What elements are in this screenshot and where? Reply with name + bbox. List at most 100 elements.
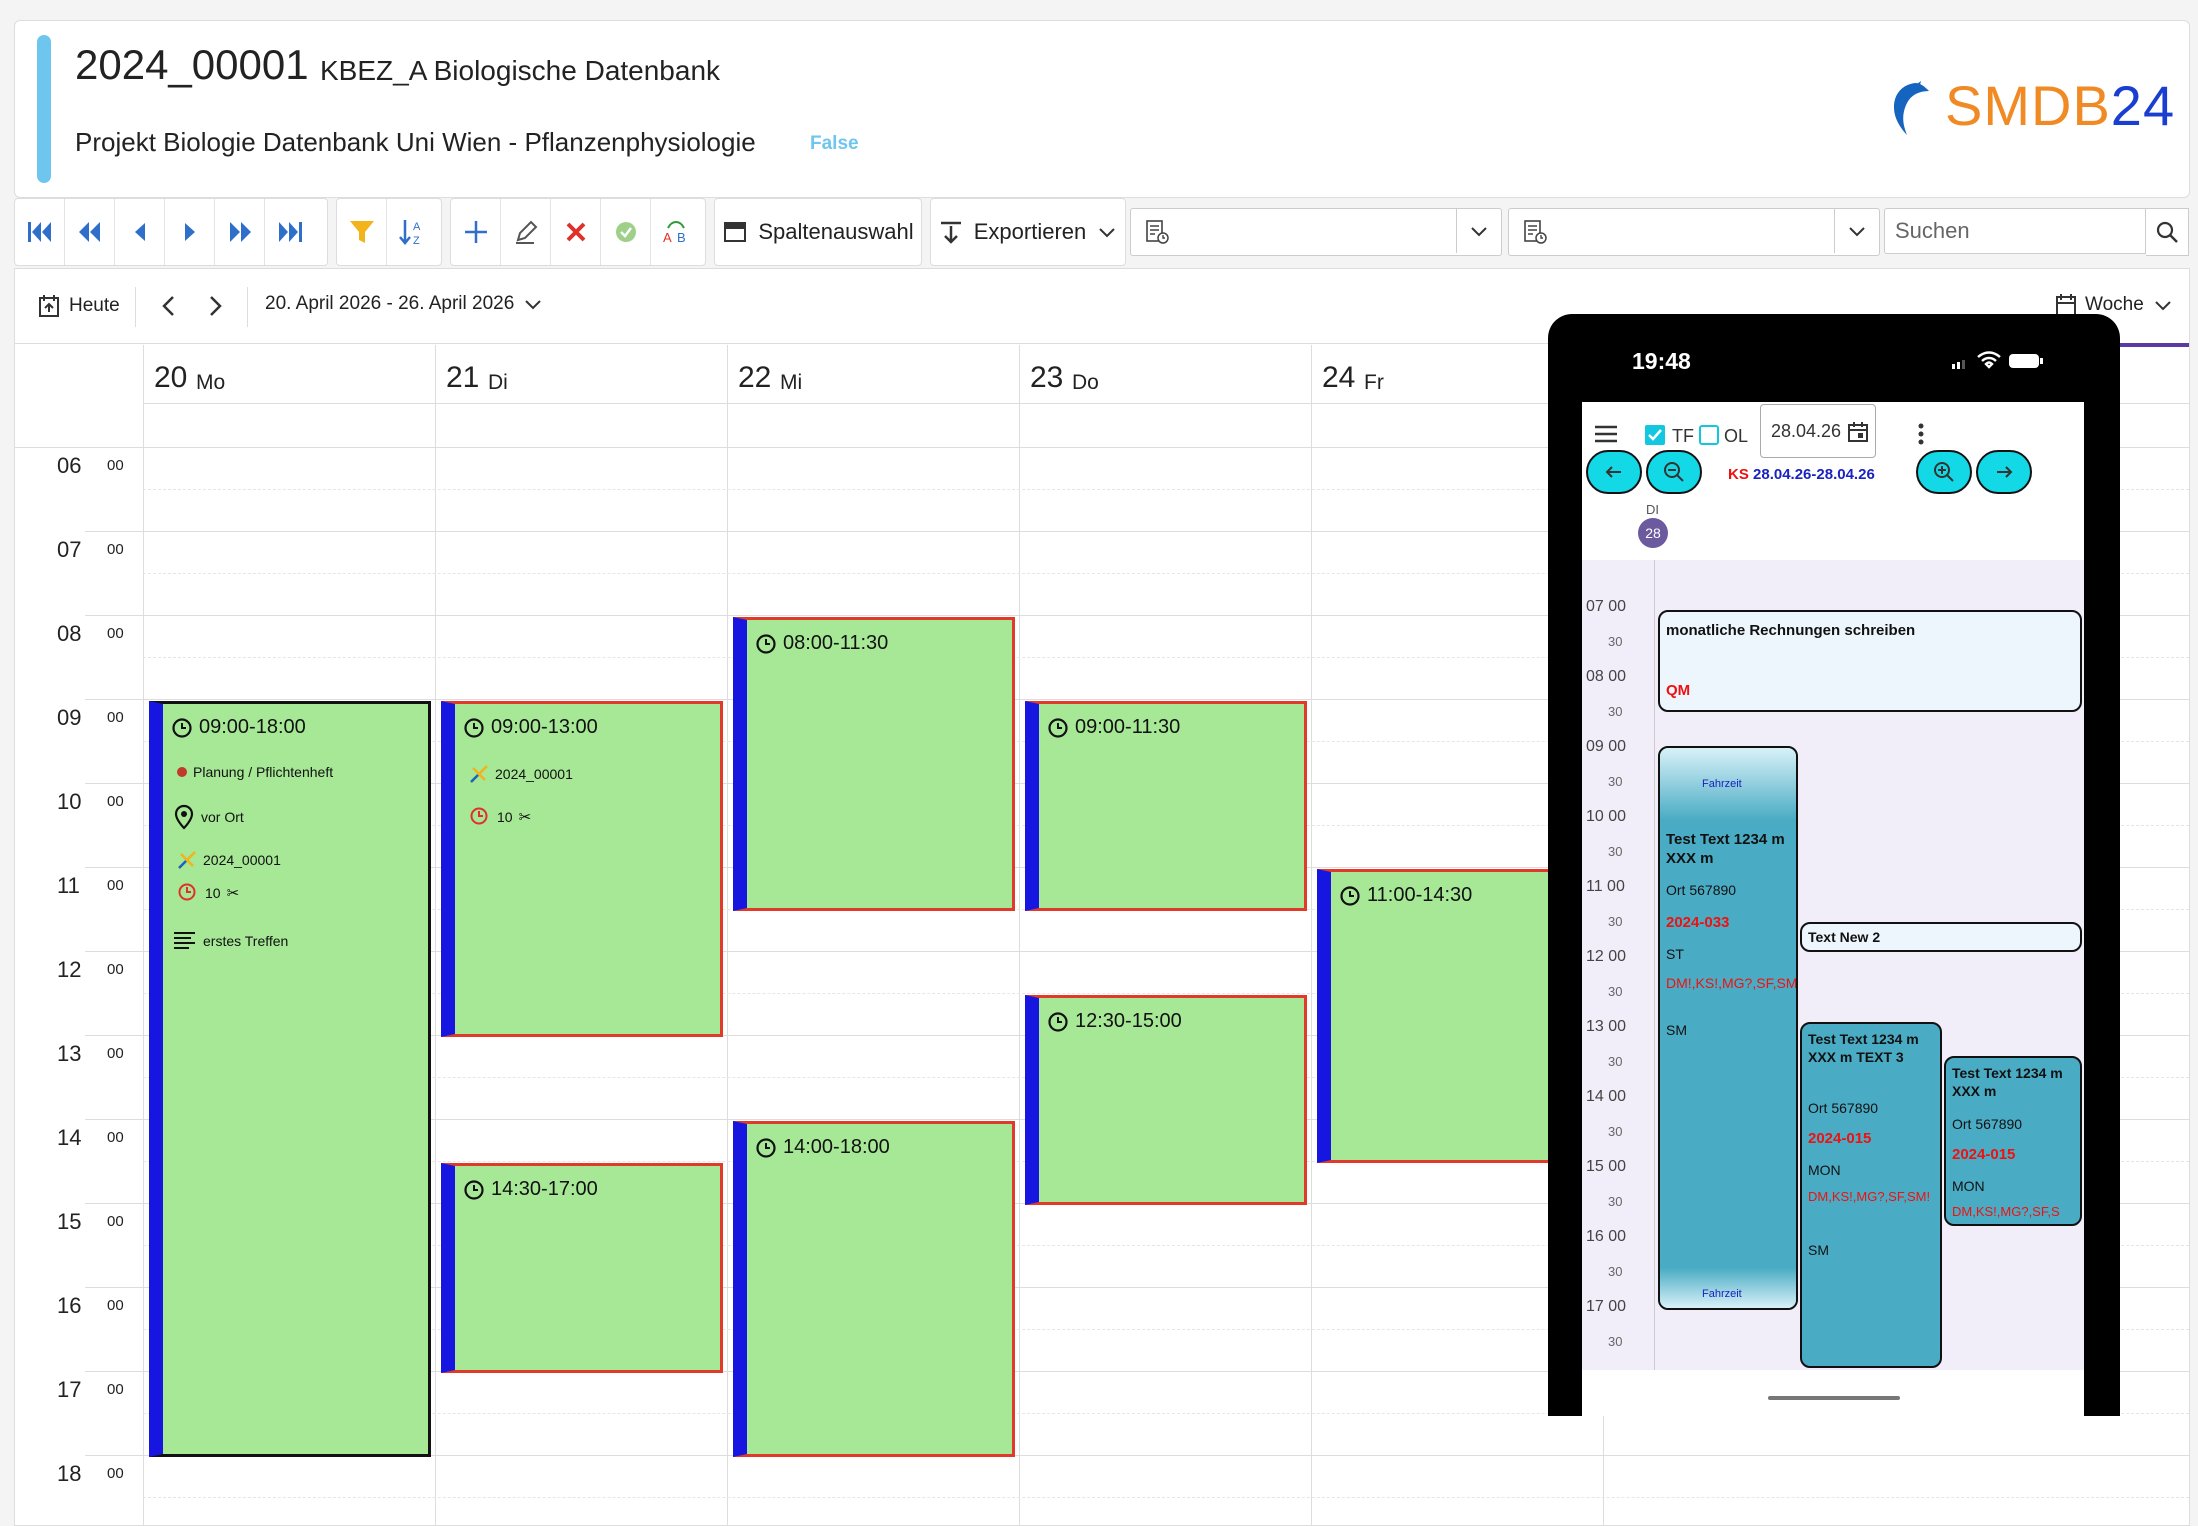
calendar-event[interactable]: 09:00-13:00 2024_00001 10 ✂ — [441, 701, 723, 1037]
clock-icon — [1048, 717, 1068, 738]
calendar-event[interactable]: 09:00-18:00 Planung / Pflichtenheft vor … — [149, 701, 431, 1457]
phone-event-title: Test Text 1234 m XXX m — [1952, 1065, 2063, 1099]
phone-grid-line — [1654, 560, 1655, 1370]
event-time-label: 11:00-14:30 — [1367, 884, 1473, 906]
event-time-label: 08:00-11:30 — [783, 632, 889, 654]
phone-range: KS 28.04.26-28.04.26 — [1728, 466, 1875, 483]
columns-button[interactable]: Spaltenauswahl — [714, 198, 922, 266]
today-button[interactable]: Heute — [37, 293, 120, 319]
view-active-underline — [2115, 343, 2189, 347]
last-record-button[interactable] — [265, 199, 315, 265]
report-select-1[interactable] — [1130, 208, 1502, 256]
phone-event-card[interactable]: Fahrzeit Test Text 1234 m XXX m Ort 5678… — [1658, 746, 1798, 1310]
sort-button[interactable]: AZ — [387, 199, 437, 265]
header-accent-bar — [37, 35, 51, 183]
svg-text:Z: Z — [413, 235, 420, 247]
phone-half-label: 30 — [1608, 1054, 1623, 1069]
export-button[interactable]: Exportieren — [930, 198, 1126, 266]
wifi-icon — [1977, 351, 2001, 369]
next-page-button[interactable] — [215, 199, 265, 265]
phone-event-card[interactable]: Test Text 1234 m XXX m Ort 567890 2024-0… — [1944, 1056, 2082, 1226]
add-button[interactable] — [451, 199, 501, 265]
minute-label: 00 — [107, 1465, 124, 1482]
event-project: 2024_00001 — [203, 852, 281, 868]
edit-button[interactable] — [501, 199, 551, 265]
hour-label: 12 — [57, 957, 82, 982]
phone-day-chip[interactable]: 28 — [1638, 518, 1668, 548]
minute-label: 00 — [107, 1381, 124, 1398]
tools-icon: ✂ — [226, 885, 240, 902]
phone-zoom-out-button[interactable] — [1646, 450, 1702, 494]
confirm-button[interactable] — [601, 199, 651, 265]
checkbox-icon[interactable] — [1698, 424, 1720, 446]
report-select-1-toggle[interactable] — [1456, 209, 1501, 253]
spellcheck-button[interactable]: AB — [651, 199, 701, 265]
phone-half-label: 30 — [1608, 1194, 1623, 1209]
export-icon — [940, 221, 961, 244]
phone-half-label: 30 — [1608, 914, 1623, 929]
project-icon — [470, 765, 488, 783]
spell-icon: AB — [663, 221, 686, 245]
next-week-button[interactable] — [201, 291, 229, 326]
date-range-label: 20. April 2026 - 26. April 2026 — [265, 293, 515, 314]
delete-button[interactable] — [551, 199, 601, 265]
day-header[interactable]: 21 Di — [435, 345, 727, 429]
search-input[interactable] — [1884, 208, 2146, 254]
more-vertical-icon[interactable] — [1916, 422, 1926, 446]
calendar-event[interactable]: 12:30-15:00 — [1025, 995, 1307, 1205]
date-range-picker[interactable]: 20. April 2026 - 26. April 2026 — [265, 293, 544, 315]
phone-event-card[interactable]: monatliche Rechnungen schreiben QM — [1658, 610, 2082, 712]
phone-zoom-in-button[interactable] — [1916, 450, 1972, 494]
calendar-event[interactable]: 14:00-18:00 — [733, 1121, 1015, 1457]
logo-text: SMDB — [1945, 74, 2111, 137]
report-select-2[interactable] — [1508, 208, 1880, 256]
calendar-event[interactable]: 08:00-11:30 — [733, 617, 1015, 911]
report-select-2-toggle[interactable] — [1834, 209, 1879, 253]
minute-label: 00 — [107, 961, 124, 978]
phone-prev-button[interactable] — [1586, 450, 1642, 494]
phone-event-card[interactable]: Text New 2 — [1800, 922, 2082, 952]
phone-event-codes: DM!,KS!,MG?,SF,SMx — [1666, 975, 1798, 991]
event-note: erstes Treffen — [203, 933, 289, 949]
previous-record-button[interactable] — [115, 199, 165, 265]
phone-event-codes: DM,KS!,MG?,SF,SM! — [1808, 1189, 1931, 1204]
phone-day-name: DI — [1646, 502, 1659, 517]
phone-event-location: Ort 567890 — [1666, 882, 1737, 898]
next-record-button[interactable] — [165, 199, 215, 265]
filter-button[interactable] — [337, 199, 387, 265]
day-header[interactable]: 22 Mi — [727, 345, 1019, 429]
calendar-event[interactable]: 09:00-11:30 — [1025, 701, 1307, 911]
minute-label: 00 — [107, 1129, 124, 1146]
clock-icon — [756, 1137, 776, 1158]
event-location: vor Ort — [201, 809, 244, 825]
previous-page-button[interactable] — [65, 199, 115, 265]
day-header[interactable]: 20 Mo — [143, 345, 435, 429]
search-button[interactable] — [2146, 208, 2189, 256]
event-time-label: 14:30-17:00 — [491, 1178, 598, 1200]
phone-half-label: 30 — [1608, 1334, 1623, 1349]
day-header[interactable]: 23 Do — [1019, 345, 1311, 429]
location-pin-icon — [174, 804, 194, 830]
prev-week-button[interactable] — [155, 291, 183, 326]
search-icon — [2156, 221, 2178, 243]
phone-next-button[interactable] — [1976, 450, 2032, 494]
menu-icon[interactable] — [1592, 422, 1620, 446]
phone-hour-label: 17 00 — [1586, 1298, 1627, 1315]
date-input[interactable]: 28.04.26 — [1760, 404, 1876, 458]
hour-label: 14 — [57, 1125, 82, 1150]
day-name: Mo — [196, 371, 226, 394]
phone-event-code: 2024-015 — [1808, 1130, 1872, 1147]
calendar-event[interactable]: 14:30-17:00 — [441, 1163, 723, 1373]
checkbox-checked-icon[interactable] — [1644, 424, 1666, 446]
next-page-icon — [229, 222, 251, 242]
phone-event-card[interactable]: Test Text 1234 m XXX m TEXT 3 Ort 567890… — [1800, 1022, 1942, 1368]
day-name: Di — [488, 371, 508, 394]
calendar-icon[interactable] — [1847, 421, 1869, 443]
event-time: 12:30-15:00 — [1047, 1010, 1182, 1033]
phone-event-tag: QM — [1666, 682, 1691, 699]
range-prefix: KS — [1728, 466, 1749, 483]
arrow-right-icon — [1997, 466, 2013, 478]
first-record-button[interactable] — [15, 199, 65, 265]
record-header: 2024_00001 KBEZ_A Biologische Datenbank … — [14, 20, 2190, 198]
chevron-left-icon — [162, 296, 174, 316]
